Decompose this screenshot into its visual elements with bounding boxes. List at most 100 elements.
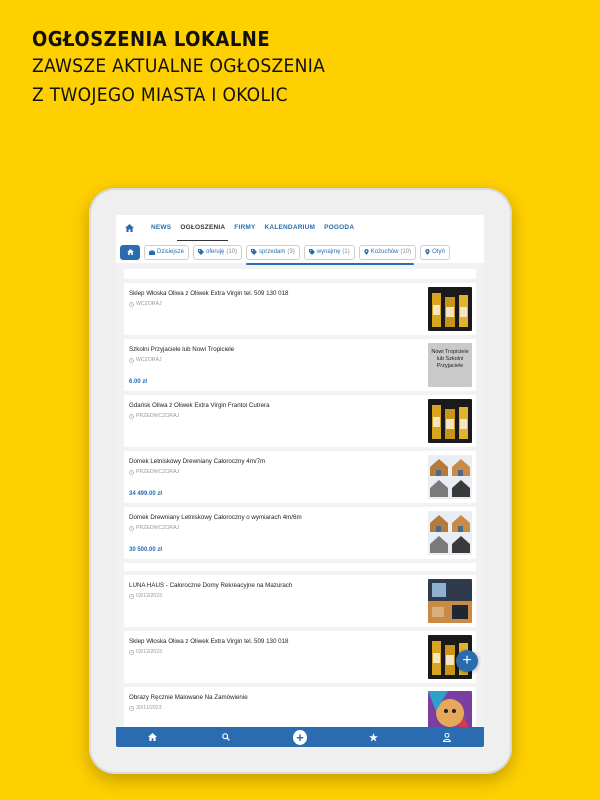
filter-wynajme[interactable]: wynajmę (1) — [303, 244, 355, 260]
add-listing-fab[interactable]: + — [456, 650, 478, 672]
filter-dzisiejsze[interactable]: Dzisiejsze — [144, 244, 190, 260]
listing-title: Obrazy Ręcznie Malowane Na Zamówienie — [129, 694, 248, 701]
bottom-nav-home[interactable] — [146, 730, 160, 744]
tag-icon — [308, 249, 315, 255]
filter-label: Kożuchów — [370, 249, 399, 255]
listing-title: Domek Letniskowy Drewniany Całoroczny 4m… — [129, 458, 266, 465]
listing-title: LUNA HAUS - Całoroczne Domy Rekreacyjne … — [129, 582, 293, 589]
bottom-nav-favorites[interactable] — [367, 730, 381, 744]
listing-title: Szkolni Przyjaciele lub Nowi Tropiciele — [129, 346, 235, 353]
filter-scroll-indicator[interactable] — [246, 263, 414, 265]
tag-icon — [251, 249, 258, 255]
home-icon — [126, 249, 134, 255]
user-icon — [443, 732, 452, 742]
listing-thumbnail[interactable] — [428, 399, 472, 443]
home-tab[interactable] — [116, 224, 142, 232]
listing-date: WCZORAJ — [129, 357, 162, 363]
tab-ogloszenia[interactable]: OGŁOSZENIA — [177, 215, 229, 241]
filter-count: (3) — [287, 249, 295, 255]
olive-oil-image — [428, 399, 472, 443]
listing-thumbnail[interactable]: Nowi Tropiciele lub Szkolni Przyjaciele — [428, 343, 472, 387]
list-item[interactable]: Domek Letniskowy Drewniany Całoroczny 4m… — [124, 451, 476, 503]
tab-pogoda[interactable]: POGODA — [324, 215, 354, 241]
filter-label: Otyń — [432, 249, 445, 255]
tab-kalendarium[interactable]: KALENDARIUM — [265, 215, 316, 241]
list-item[interactable]: LUNA HAUS - Całoroczne Domy Rekreacyjne … — [124, 575, 476, 627]
clock-icon — [129, 301, 134, 307]
bottom-nav: + — [116, 727, 484, 747]
app-screen: NEWS OGŁOSZENIA FIRMY KALENDARIUM POGODA… — [116, 215, 484, 747]
listing-thumbnail[interactable] — [428, 511, 472, 555]
pin-icon — [364, 249, 369, 255]
list-item[interactable]: Gdańsk Oliwa z Oliwek Extra Virgin Frant… — [124, 395, 476, 447]
olive-oil-image — [428, 287, 472, 331]
house-interior-image — [428, 579, 472, 623]
bottom-nav-add[interactable]: + — [292, 729, 307, 745]
listing-thumbnail[interactable] — [428, 287, 472, 331]
listing-price: 30 500.00 zł — [129, 547, 163, 553]
list-separator — [124, 563, 476, 571]
home-icon — [148, 733, 158, 741]
listing-title: Gdańsk Oliwa z Oliwek Extra Virgin Frant… — [129, 402, 270, 409]
listing-thumbnail[interactable] — [428, 579, 472, 623]
listing-date: PRZEDWCZORAJ — [129, 469, 179, 475]
briefcase-icon — [149, 249, 155, 255]
listing-title: Sklep Włoska Oliwa z Oliwek Extra Virgin… — [129, 290, 289, 297]
listing-date: PRZEDWCZORAJ — [129, 525, 179, 531]
filter-count: (10) — [226, 249, 238, 255]
promo-header: OGŁOSZENIA LOKALNE ZAWSZE AKTUALNE OGŁOS… — [32, 26, 325, 110]
filter-sprzedam[interactable]: sprzedam (3) — [246, 244, 300, 260]
wooden-house-image — [428, 455, 472, 499]
list-item[interactable]: Domek Drewniany Letniskowy Całoroczny o … — [124, 507, 476, 559]
filter-label: sprzedam — [259, 249, 286, 255]
filter-bar: Dzisiejsze oferuję (10) sprzedam (3) wyn… — [116, 241, 484, 263]
listing-date: 03/12/2023 — [129, 649, 162, 655]
clock-icon — [129, 593, 134, 599]
promo-subtitle-1: ZAWSZE AKTUALNE OGŁOSZENIA — [32, 55, 326, 77]
filter-count: (10) — [400, 249, 412, 255]
tab-firmy[interactable]: FIRMY — [234, 215, 255, 241]
thumbnail-caption: Nowi Tropiciele lub Szkolni Przyjaciele — [431, 349, 469, 369]
list-item[interactable]: Szkolni Przyjaciele lub Nowi Tropiciele … — [124, 339, 476, 391]
plus-circle-icon: + — [292, 729, 307, 745]
listing-title: Domek Drewniany Letniskowy Całoroczny o … — [129, 514, 302, 521]
promo-title: OGŁOSZENIA LOKALNE — [32, 27, 271, 51]
filter-otyn[interactable]: Otyń — [420, 244, 450, 260]
list-spacer — [124, 269, 476, 279]
search-icon — [222, 733, 231, 741]
plus-icon: + — [462, 652, 472, 669]
filter-label: wynajmę — [316, 249, 341, 255]
listing-date: WCZORAJ — [129, 301, 162, 307]
top-nav: NEWS OGŁOSZENIA FIRMY KALENDARIUM POGODA — [116, 215, 484, 241]
promo-subtitle-2: Z TWOJEGO MIASTA I OKOLIC — [32, 84, 288, 106]
listing-price: 6.00 zł — [129, 379, 148, 385]
clock-icon — [129, 705, 134, 711]
filter-home[interactable] — [120, 244, 140, 260]
tag-icon — [198, 249, 205, 255]
listing-thumbnail[interactable] — [428, 455, 472, 499]
listing-price: 34 499.00 zł — [129, 491, 163, 497]
listings: Sklep Włoska Oliwa z Oliwek Extra Virgin… — [124, 269, 476, 743]
listing-date: PRZEDWCZORAJ — [129, 413, 179, 419]
filter-label: Dzisiejsze — [157, 249, 185, 255]
list-item[interactable]: Sklep Włoska Oliwa z Oliwek Extra Virgin… — [124, 631, 476, 683]
filter-oferuje[interactable]: oferuję (10) — [193, 244, 243, 260]
listing-date: 30/11/2023 — [129, 705, 162, 711]
bottom-nav-profile[interactable] — [440, 730, 454, 744]
list-item[interactable]: Sklep Włoska Oliwa z Oliwek Extra Virgin… — [124, 283, 476, 335]
pin-icon — [425, 249, 430, 255]
tab-news[interactable]: NEWS — [151, 215, 171, 241]
clock-icon — [129, 413, 134, 419]
home-icon — [124, 224, 134, 232]
filter-count: (1) — [342, 249, 350, 255]
listing-date: 03/12/2023 — [129, 593, 162, 599]
wooden-house-image — [428, 511, 472, 555]
filter-label: oferuję — [206, 249, 225, 255]
bottom-nav-search[interactable] — [219, 730, 233, 744]
filter-kozuchow[interactable]: Kożuchów (10) — [358, 244, 417, 260]
listing-title: Sklep Włoska Oliwa z Oliwek Extra Virgin… — [129, 638, 289, 645]
star-icon — [369, 732, 379, 742]
clock-icon — [129, 649, 134, 655]
clock-icon — [129, 469, 134, 475]
clock-icon — [129, 357, 134, 363]
